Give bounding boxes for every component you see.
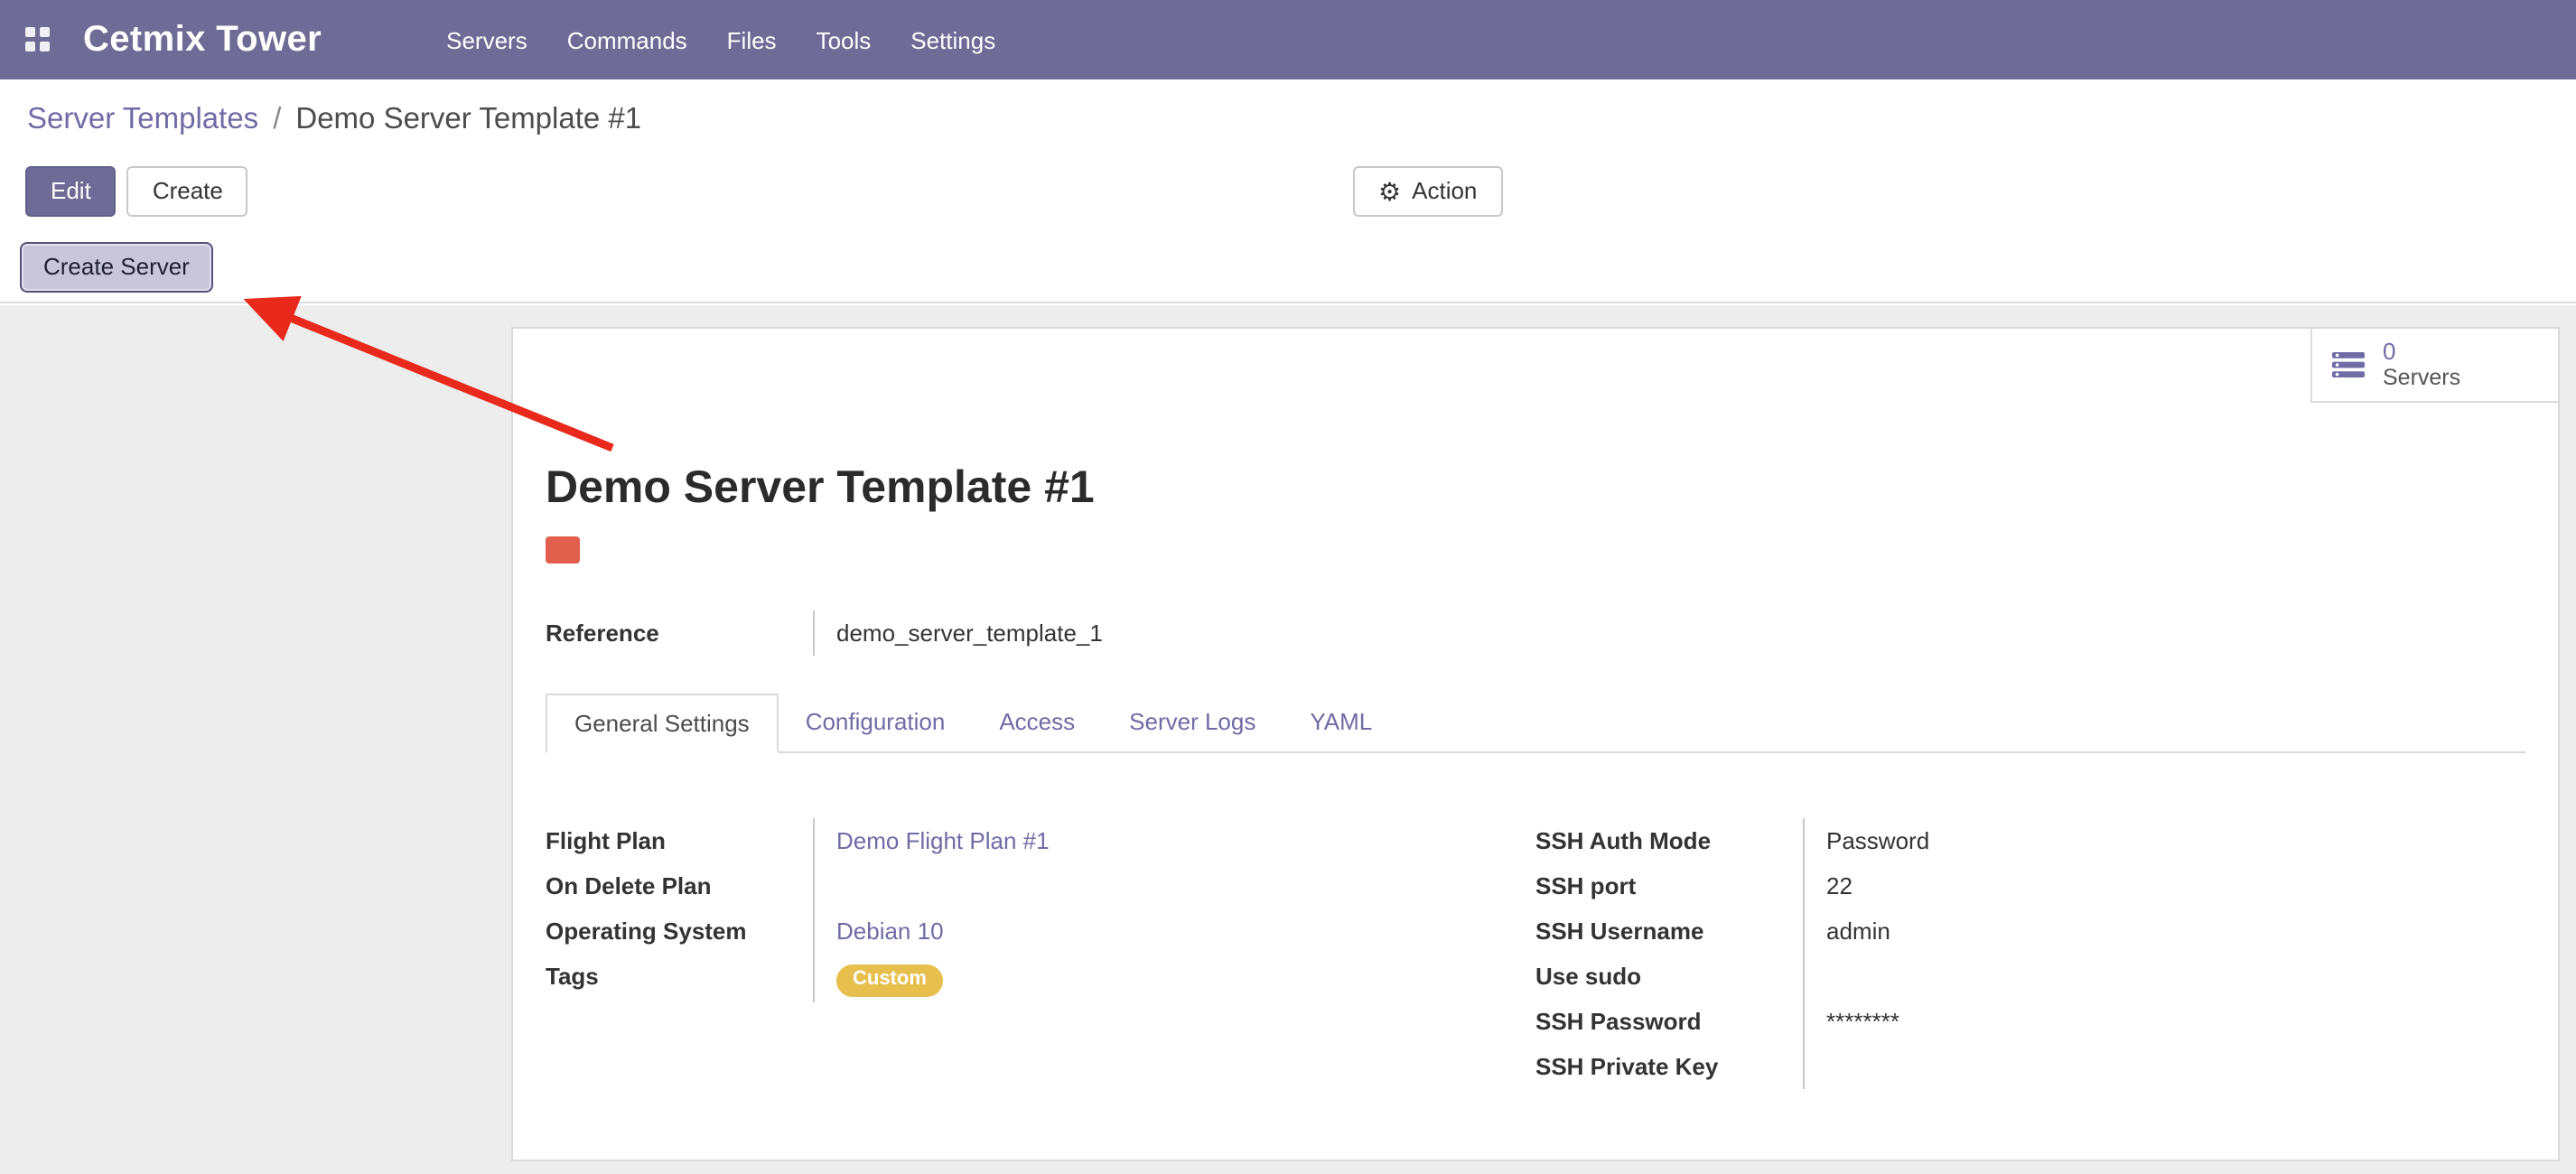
field-row-ssh-auth-mode: SSH Auth Mode Password	[1535, 818, 2525, 863]
field-row-flight-plan: Flight Plan Demo Flight Plan #1	[546, 818, 1535, 863]
gear-icon: ⚙	[1378, 179, 1401, 204]
field-value: 22	[1803, 863, 2525, 908]
field-value: Debian 10	[813, 908, 1535, 954]
field-row-ssh-private-key: SSH Private Key	[1535, 1044, 2525, 1089]
brand-title[interactable]: Cetmix Tower	[83, 19, 322, 61]
field-row-on-delete-plan: On Delete Plan	[546, 863, 1535, 908]
field-label: SSH port	[1535, 863, 1803, 908]
field-value	[813, 863, 1535, 908]
color-swatch	[546, 536, 580, 564]
nav-item-settings[interactable]: Settings	[891, 26, 1015, 53]
field-group-left: Flight Plan Demo Flight Plan #1 On Delet…	[546, 818, 1535, 1089]
tab-yaml[interactable]: YAML	[1283, 694, 1399, 751]
record-title: Demo Server Template #1	[546, 461, 2525, 515]
field-label: Tags	[546, 954, 813, 1002]
field-label-reference: Reference	[546, 610, 813, 656]
field-label: Use sudo	[1535, 954, 1803, 999]
action-button[interactable]: ⚙ Action	[1353, 166, 1502, 217]
form-sheet: 0 Servers Demo Server Template #1 Refere…	[511, 327, 2560, 1161]
field-value-reference: demo_server_template_1	[813, 610, 1485, 656]
operating-system-link[interactable]: Debian 10	[836, 918, 944, 945]
breadcrumb-current: Demo Server Template #1	[295, 103, 641, 135]
edit-button[interactable]: Edit	[25, 166, 117, 217]
field-row-ssh-username: SSH Username admin	[1535, 908, 2525, 954]
control-panel-buttons: Edit Create	[25, 166, 248, 217]
field-group-right: SSH Auth Mode Password SSH port 22 SSH U…	[1535, 818, 2525, 1089]
create-server-button[interactable]: Create Server	[20, 242, 213, 293]
create-button[interactable]: Create	[127, 166, 248, 217]
field-value	[1803, 954, 2525, 999]
field-label: Flight Plan	[546, 818, 813, 863]
stat-label: Servers	[2383, 366, 2460, 393]
field-label: SSH Password	[1535, 999, 1803, 1044]
top-navbar: Cetmix Tower Servers Commands Files Tool…	[0, 0, 2576, 79]
field-label: SSH Username	[1535, 908, 1803, 954]
breadcrumb: Server Templates / Demo Server Template #1	[27, 103, 641, 137]
action-button-label: Action	[1412, 177, 1477, 206]
tab-general-settings[interactable]: General Settings	[546, 694, 779, 753]
tab-server-logs[interactable]: Server Logs	[1102, 694, 1283, 751]
field-label: SSH Auth Mode	[1535, 818, 1803, 863]
servers-stat-button[interactable]: 0 Servers	[2310, 329, 2558, 403]
breadcrumb-parent-link[interactable]: Server Templates	[27, 103, 258, 135]
field-row-use-sudo: Use sudo	[1535, 954, 2525, 999]
field-row-ssh-password: SSH Password ********	[1535, 999, 2525, 1044]
nav-item-tools[interactable]: Tools	[797, 26, 891, 53]
tag-badge-custom: Custom	[836, 964, 943, 997]
tab-access[interactable]: Access	[972, 694, 1102, 751]
field-label: Operating System	[546, 908, 813, 954]
field-row-operating-system: Operating System Debian 10	[546, 908, 1535, 954]
breadcrumb-separator: /	[273, 103, 281, 135]
main-menu: Servers Commands Files Tools Settings	[426, 26, 1015, 53]
sheet-body: Demo Server Template #1 Reference demo_s…	[546, 403, 2525, 1160]
nav-item-servers[interactable]: Servers	[426, 26, 547, 53]
servers-icon	[2330, 347, 2366, 383]
field-label: SSH Private Key	[1535, 1044, 1803, 1089]
field-value	[1803, 1044, 2525, 1089]
field-groups: Flight Plan Demo Flight Plan #1 On Delet…	[546, 818, 2525, 1089]
stat-text: 0 Servers	[2383, 337, 2460, 392]
notebook-tabs: General Settings Configuration Access Se…	[546, 694, 2525, 753]
field-label: On Delete Plan	[546, 863, 813, 908]
tab-configuration[interactable]: Configuration	[779, 694, 973, 751]
flight-plan-link[interactable]: Demo Flight Plan #1	[836, 827, 1050, 854]
field-row-ssh-port: SSH port 22	[1535, 863, 2525, 908]
apps-grid-icon[interactable]	[25, 27, 51, 52]
nav-item-files[interactable]: Files	[707, 26, 797, 53]
app-window: Cetmix Tower Servers Commands Files Tool…	[0, 0, 2576, 1174]
nav-item-commands[interactable]: Commands	[547, 26, 707, 53]
field-row-tags: Tags Custom	[546, 954, 1535, 1002]
field-value: admin	[1803, 908, 2525, 954]
reference-field: Reference demo_server_template_1	[546, 610, 1485, 656]
field-value: Password	[1803, 818, 2525, 863]
field-value: ********	[1803, 999, 2525, 1044]
control-panel: Server Templates / Demo Server Template #1…	[0, 79, 2576, 303]
field-value: Demo Flight Plan #1	[813, 818, 1535, 863]
stat-value: 0	[2383, 337, 2460, 365]
field-value: Custom	[813, 954, 1535, 1002]
